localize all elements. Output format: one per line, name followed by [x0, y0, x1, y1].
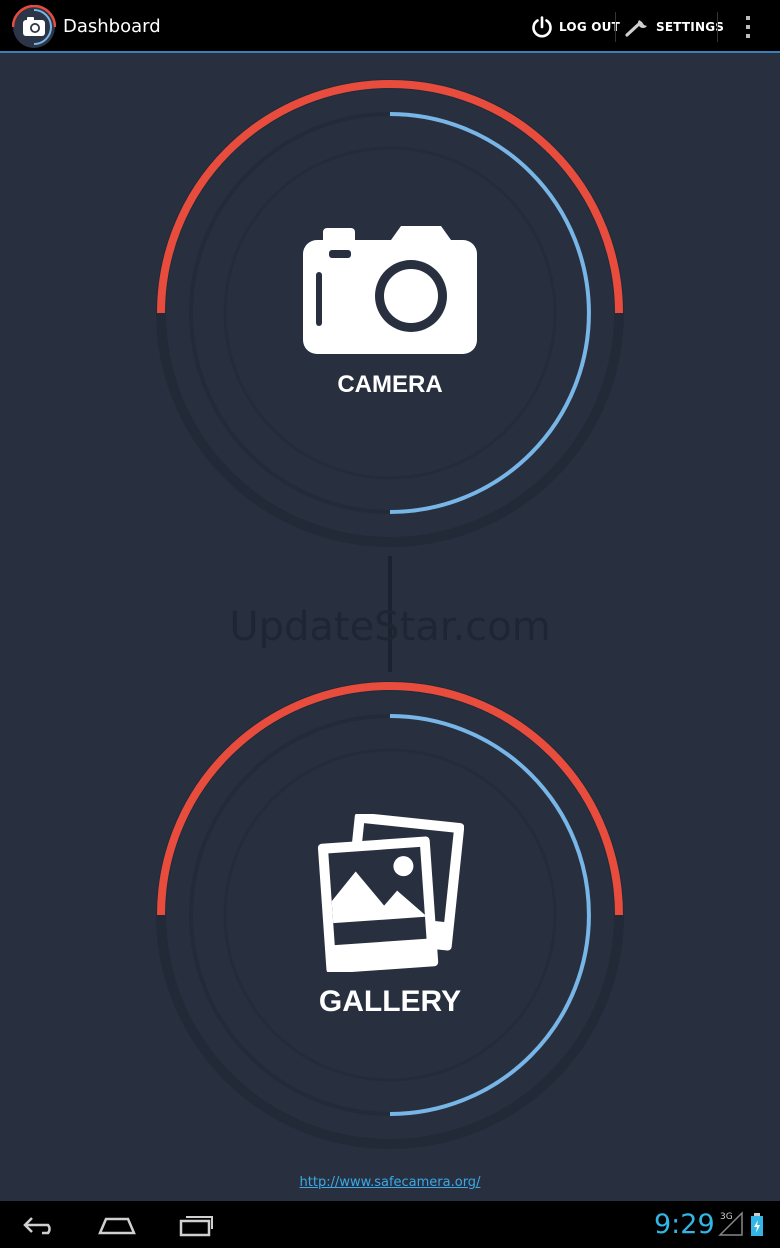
back-icon[interactable] — [22, 1213, 58, 1237]
power-icon — [532, 15, 552, 37]
app-root: Dashboard LOG OUT SETTINGS CAMERA Update… — [0, 0, 780, 1248]
photos-icon — [318, 814, 464, 972]
camera-button[interactable]: CAMERA — [155, 78, 625, 548]
gallery-button[interactable]: GALLERY — [155, 680, 625, 1150]
gallery-label: GALLERY — [318, 985, 462, 1018]
battery-icon — [751, 1213, 763, 1236]
action-divider — [717, 12, 718, 42]
watermark: UpdateStar.com — [229, 604, 551, 650]
logout-button[interactable]: LOG OUT — [530, 0, 620, 53]
home-icon[interactable] — [98, 1213, 136, 1237]
logout-label: LOG OUT — [559, 19, 620, 34]
clock: 9:29 — [654, 1209, 715, 1240]
settings-label: SETTINGS — [656, 19, 725, 34]
signal-icon — [718, 1211, 743, 1236]
camera-label: CAMERA — [337, 371, 443, 398]
overflow-menu-icon[interactable] — [738, 13, 758, 41]
recents-icon[interactable] — [178, 1213, 214, 1237]
action-divider — [615, 12, 616, 42]
wrench-icon — [625, 19, 647, 37]
camera-app-icon[interactable] — [12, 5, 56, 49]
action-bar: Dashboard LOG OUT SETTINGS — [0, 0, 780, 53]
system-nav-bar: 9:29 3G — [0, 1201, 780, 1248]
camera-icon — [303, 226, 477, 354]
website-link[interactable]: http://www.safecamera.org/ — [0, 1175, 780, 1190]
app-title: Dashboard — [63, 16, 161, 37]
settings-button[interactable]: SETTINGS — [625, 0, 724, 53]
